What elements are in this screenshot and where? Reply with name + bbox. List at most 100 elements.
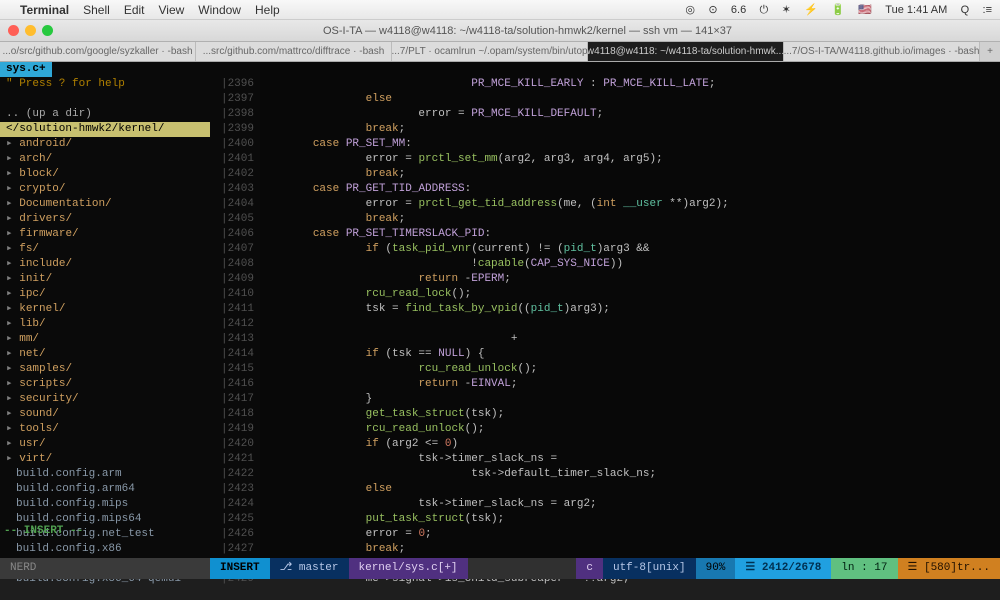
clock[interactable]: Tue 1:41 AM xyxy=(885,4,947,16)
tree-dir[interactable]: android/ xyxy=(0,137,210,152)
close-button[interactable] xyxy=(8,25,19,36)
tree-help[interactable]: " Press ? for help xyxy=(0,77,210,92)
tree-file[interactable]: build.config.mips xyxy=(0,497,210,512)
code-line[interactable]: tsk->timer_slack_ns = xyxy=(260,452,1000,467)
tree-dir[interactable]: security/ xyxy=(0,392,210,407)
code-line[interactable]: PR_MCE_KILL_EARLY : PR_MCE_KILL_LATE; xyxy=(260,77,1000,92)
code-line[interactable]: break; xyxy=(260,167,1000,182)
tree-dir[interactable]: scripts/ xyxy=(0,377,210,392)
code-line[interactable]: return -EINVAL; xyxy=(260,377,1000,392)
file-tree[interactable]: " Press ? for help .. (up a dir)</solutio… xyxy=(0,62,210,579)
tree-dir[interactable]: ipc/ xyxy=(0,287,210,302)
menu-edit[interactable]: Edit xyxy=(124,3,145,17)
code-line[interactable]: error = prctl_get_tid_address(me, (int _… xyxy=(260,197,1000,212)
buffer-tab-current[interactable]: sys.c+ xyxy=(0,62,52,77)
code-line[interactable]: error = PR_MCE_KILL_DEFAULT; xyxy=(260,107,1000,122)
code-line[interactable]: case PR_SET_TIMERSLACK_PID: xyxy=(260,227,1000,242)
code-line[interactable]: if (tsk == NULL) { xyxy=(260,347,1000,362)
code-line[interactable]: else xyxy=(260,92,1000,107)
terminal-tab[interactable]: ...src/github.com/mattrco/difftrace · -b… xyxy=(196,42,392,61)
zoom-button[interactable] xyxy=(42,25,53,36)
minimize-button[interactable] xyxy=(25,25,36,36)
tree-dir[interactable]: init/ xyxy=(0,272,210,287)
tree-dir[interactable]: Documentation/ xyxy=(0,197,210,212)
tree-dir[interactable]: drivers/ xyxy=(0,212,210,227)
tree-dir[interactable]: include/ xyxy=(0,257,210,272)
editor-area: sys.c+ buffers " Press ? for help.. (up … xyxy=(0,62,1000,579)
code-line[interactable]: } xyxy=(260,392,1000,407)
line-number: |2427 xyxy=(210,542,254,557)
menu-window[interactable]: Window xyxy=(198,3,241,17)
code-line[interactable]: + xyxy=(260,332,1000,347)
code-pane[interactable]: PR_MCE_KILL_EARLY : PR_MCE_KILL_LATE; el… xyxy=(260,62,1000,579)
line-number: |2401 xyxy=(210,152,254,167)
terminal-tab-active[interactable]: w4118@w4118: ~/w4118-ta/solution-hmwk... xyxy=(588,42,784,61)
code-line[interactable]: rcu_read_lock(); xyxy=(260,287,1000,302)
window-titlebar: OS-I-TA — w4118@w4118: ~/w4118-ta/soluti… xyxy=(0,20,1000,42)
terminal-tab[interactable]: ...o/src/github.com/google/syzkaller · -… xyxy=(0,42,196,61)
tree-dir[interactable]: virt/ xyxy=(0,452,210,467)
code-line[interactable]: return -EPERM; xyxy=(260,272,1000,287)
code-line[interactable]: break; xyxy=(260,122,1000,137)
code-line[interactable]: tsk = find_task_by_vpid((pid_t)arg3); xyxy=(260,302,1000,317)
battery-icon[interactable]: 🔋 xyxy=(831,4,845,16)
notification-center-icon[interactable]: :≡ xyxy=(983,4,992,16)
code-line[interactable]: if (arg2 <= 0) xyxy=(260,437,1000,452)
status-encoding: utf-8[unix] xyxy=(603,558,696,579)
code-line[interactable]: put_task_struct(tsk); xyxy=(260,512,1000,527)
line-number: |2415 xyxy=(210,362,254,377)
tree-dir[interactable]: kernel/ xyxy=(0,302,210,317)
tree-up-dir[interactable]: .. (up a dir) xyxy=(0,107,210,122)
tree-dir[interactable]: fs/ xyxy=(0,242,210,257)
tree-dir[interactable]: lib/ xyxy=(0,317,210,332)
menu-help[interactable]: Help xyxy=(255,3,280,17)
dropbox-icon[interactable]: ✶ xyxy=(782,4,791,16)
tree-dir[interactable]: sound/ xyxy=(0,407,210,422)
tree-dir[interactable]: crypto/ xyxy=(0,182,210,197)
code-line[interactable]: tsk->timer_slack_ns = arg2; xyxy=(260,497,1000,512)
tree-dir[interactable]: tools/ xyxy=(0,422,210,437)
code-line[interactable]: rcu_read_unlock(); xyxy=(260,422,1000,437)
line-number: |2417 xyxy=(210,392,254,407)
tree-dir[interactable]: mm/ xyxy=(0,332,210,347)
menu-shell[interactable]: Shell xyxy=(83,3,110,17)
tree-dir[interactable]: firmware/ xyxy=(0,227,210,242)
code-line[interactable]: break; xyxy=(260,212,1000,227)
code-line[interactable]: rcu_read_unlock(); xyxy=(260,362,1000,377)
new-tab-button[interactable]: + xyxy=(980,42,1000,61)
code-line[interactable] xyxy=(260,317,1000,332)
status-icon[interactable]: 6.6 xyxy=(731,4,746,16)
spotlight-icon[interactable]: Q xyxy=(961,4,970,16)
code-line[interactable]: error = 0; xyxy=(260,527,1000,542)
statusline: NERD INSERT ⎇ master kernel/sys.c[+] c u… xyxy=(0,558,1000,579)
code-line[interactable]: break; xyxy=(260,542,1000,557)
tree-file[interactable]: build.config.arm xyxy=(0,467,210,482)
status-icon[interactable]: ◎ xyxy=(685,4,695,16)
line-number: |2423 xyxy=(210,482,254,497)
tree-root-path[interactable]: </solution-hmwk2/kernel/ xyxy=(0,122,210,137)
code-line[interactable]: case PR_SET_MM: xyxy=(260,137,1000,152)
code-line[interactable]: error = prctl_set_mm(arg2, arg3, arg4, a… xyxy=(260,152,1000,167)
tree-dir[interactable]: net/ xyxy=(0,347,210,362)
menu-view[interactable]: View xyxy=(159,3,185,17)
terminal-tab[interactable]: ...7/PLT · ocamlrun ~/.opam/system/bin/u… xyxy=(392,42,588,61)
terminal-tab[interactable]: ...7/OS-I-TA/W4118.github.io/images · -b… xyxy=(784,42,980,61)
app-name[interactable]: Terminal xyxy=(20,3,69,17)
status-icon[interactable]: ⊙ xyxy=(708,4,717,16)
tree-file[interactable]: build.config.x86 xyxy=(0,542,210,557)
code-line[interactable]: tsk->default_timer_slack_ns; xyxy=(260,467,1000,482)
tree-file[interactable]: build.config.arm64 xyxy=(0,482,210,497)
code-line[interactable]: else xyxy=(260,482,1000,497)
code-line[interactable]: case PR_GET_TID_ADDRESS: xyxy=(260,182,1000,197)
tree-dir[interactable]: samples/ xyxy=(0,362,210,377)
code-line[interactable]: !capable(CAP_SYS_NICE)) xyxy=(260,257,1000,272)
tree-dir[interactable]: usr/ xyxy=(0,437,210,452)
bluetooth-icon[interactable]: ⚡ xyxy=(804,4,818,16)
status-spacer xyxy=(468,558,577,579)
tree-dir[interactable]: arch/ xyxy=(0,152,210,167)
tree-dir[interactable]: block/ xyxy=(0,167,210,182)
input-flag-icon[interactable]: 🇺🇸 xyxy=(858,4,872,16)
code-line[interactable]: if (task_pid_vnr(current) != (pid_t)arg3… xyxy=(260,242,1000,257)
code-line[interactable]: get_task_struct(tsk); xyxy=(260,407,1000,422)
status-icon[interactable]: ⏻ xyxy=(760,4,769,16)
